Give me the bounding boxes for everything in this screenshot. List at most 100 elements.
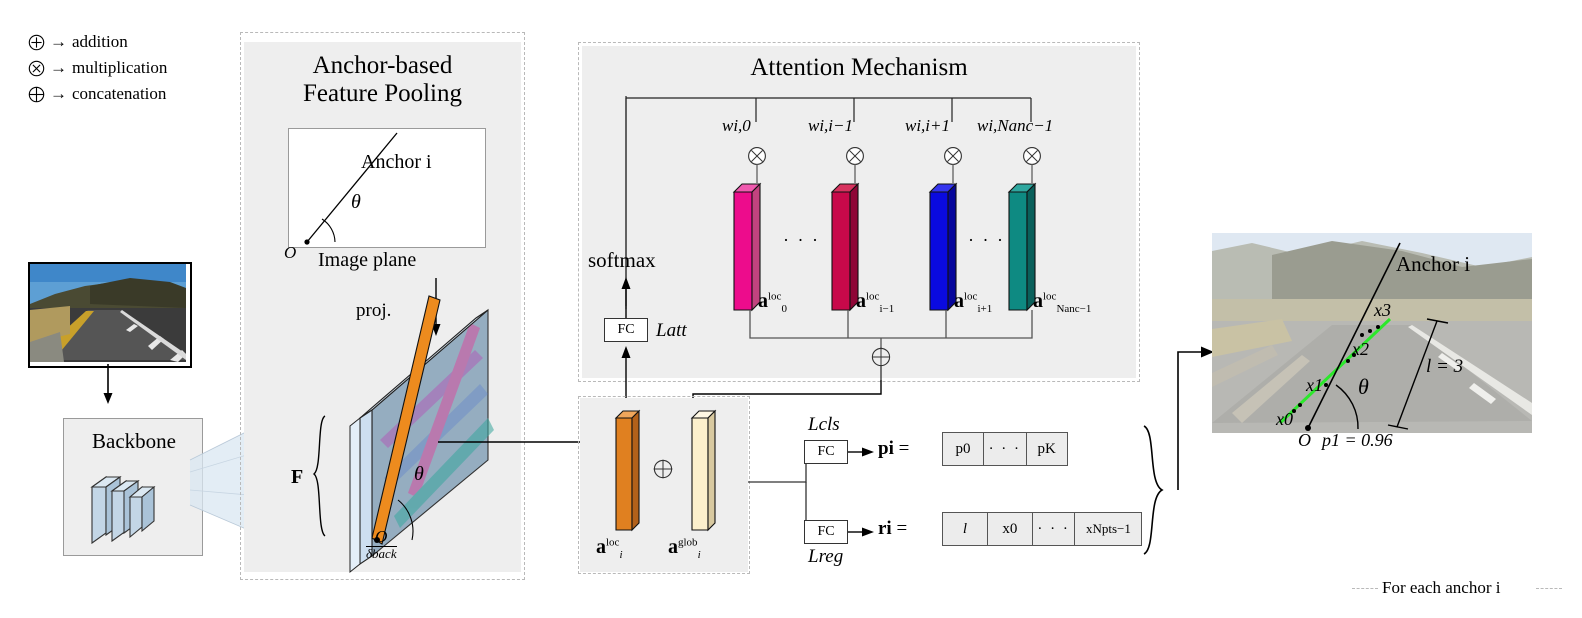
legend-item-concatenation: → concatenation	[28, 84, 167, 104]
softmax-arrow	[621, 277, 631, 319]
anchor-theta-label: θ	[351, 191, 361, 213]
anchor-schematic-label: Anchor i	[361, 151, 432, 174]
result-origin: O	[1298, 430, 1311, 450]
feature-map-label: F	[291, 466, 304, 488]
fusion-global-base: a	[668, 536, 678, 558]
fusion-local-base: a	[596, 536, 606, 558]
bar-label-2-base: a	[954, 290, 964, 312]
result-point-x2-text: x2	[1352, 339, 1369, 359]
fusion-global-sub: i	[697, 549, 701, 561]
circle-plus-icon	[28, 34, 45, 51]
loss-reg-label: Lreg	[808, 546, 843, 568]
cls-vector-name-text: pi	[878, 438, 894, 459]
bar-label-3-sup: loc	[1043, 290, 1057, 303]
feature-theta-label: θ	[414, 463, 424, 485]
weight-label-1: wi,i−1	[808, 116, 853, 136]
pooling-title-line2: Feature Pooling	[302, 79, 462, 107]
bar-label-1-base: a	[856, 290, 866, 312]
cls-vector-eq: =	[898, 438, 910, 459]
fusion-local-sub: i	[619, 549, 623, 561]
weight-label-0: wi,0	[722, 116, 751, 136]
fusion-local-sup: loc	[606, 536, 620, 549]
fc-att-box[interactable]: FC	[604, 318, 648, 342]
weight-label-1-text: wi,i−1	[808, 116, 854, 135]
result-theta: θ	[1358, 374, 1369, 399]
reg-cell-3: xNpts−1	[1074, 512, 1143, 546]
reg-vector-name: ri =	[878, 518, 907, 540]
fc-reg-label: FC	[817, 524, 835, 539]
bar-label-3: alocNanc−1	[1033, 290, 1091, 315]
bar-label-0-base: a	[758, 290, 768, 312]
image-plane-label: Image plane	[318, 249, 417, 271]
result-length-text: l = 3	[1426, 356, 1464, 377]
legend-arrow: →	[50, 58, 67, 77]
fusion-global-bar	[690, 409, 717, 532]
result-point-x1: x1	[1306, 375, 1323, 396]
fraction-denominator: δback	[366, 545, 397, 561]
fusion-concat-icon	[653, 459, 673, 479]
bar-label-2-sup: loc	[964, 290, 978, 303]
legend-item-multiplication: → multiplication	[28, 58, 167, 78]
attention-collector	[749, 310, 1033, 380]
result-point-x0: x0	[1276, 409, 1293, 430]
fusion-local-bar	[614, 409, 641, 532]
fc-reg-box[interactable]: FC	[804, 520, 848, 544]
reg-cell-1: x0	[986, 512, 1033, 546]
loss-reg-text: Lreg	[808, 546, 844, 567]
weight-label-0-text: wi,0	[722, 116, 751, 135]
anchor-schematic: Anchor i θ	[288, 128, 486, 248]
reg-cell-2: · · ·	[1031, 512, 1076, 546]
fc-att-label: FC	[617, 322, 635, 337]
weight-label-2-text: wi,i+1	[905, 116, 951, 135]
fusion-local-label: aloci	[596, 536, 623, 561]
fc-cls-box[interactable]: FC	[804, 440, 848, 464]
circle-times-icon	[28, 60, 45, 77]
footer-divider	[1352, 588, 1378, 589]
loss-cls-label: Lcls	[808, 414, 840, 436]
reg-vector-name-text: ri	[878, 518, 892, 539]
result-anchor-label-text: Anchor i	[1396, 252, 1471, 276]
result-prob-text: p1 = 0.96	[1322, 430, 1393, 450]
softmax-label: softmax	[588, 248, 656, 272]
pooling-title-line1: Anchor-based	[312, 52, 453, 79]
reg-vector-eq: =	[896, 518, 908, 539]
cls-vector-name: pi =	[878, 438, 909, 460]
bar-label-3-base: a	[1033, 290, 1043, 312]
reg-cell-0: l	[942, 512, 988, 546]
result-point-x3-text: x3	[1374, 300, 1391, 320]
anchor-origin-label: O	[284, 243, 297, 262]
bars-ellipsis-left: · · ·	[783, 230, 820, 250]
legend-label-addition: addition	[72, 32, 128, 51]
legend-item-addition: → addition	[28, 32, 167, 52]
cls-cell-0: p0	[942, 432, 984, 466]
fraction-numerator: O	[375, 527, 388, 546]
result-prob-label: p1 = 0.96	[1322, 430, 1393, 451]
result-point-x0-text: x0	[1276, 409, 1293, 429]
loss-cls-text: Lcls	[808, 414, 840, 435]
cls-cell-1: · · ·	[982, 432, 1027, 466]
result-road-image	[1212, 233, 1532, 433]
legend: → addition → multiplication → concatenat…	[28, 32, 167, 110]
result-anchor-label: Anchor i	[1396, 252, 1470, 277]
arrow-image-to-backbone	[103, 364, 113, 404]
footer-divider-right	[1536, 588, 1562, 589]
bar-label-3-sub: Nanc−1	[1056, 303, 1092, 315]
fusion-global-sup: glob	[678, 536, 698, 549]
weight-label-3-text: wi,Nanc−1	[977, 116, 1054, 135]
reg-vector-cells: l x0 · · · xNpts−1	[942, 512, 1143, 546]
bar-label-1-sup: loc	[866, 290, 880, 303]
weight-label-2: wi,i+1	[905, 116, 950, 136]
fc-att-input-arrow	[621, 346, 631, 404]
pooling-title: Anchor-based Feature Pooling	[250, 52, 515, 107]
fc-cls-label: FC	[817, 444, 835, 459]
loss-att-text: Latt	[656, 320, 687, 341]
weight-label-3: wi,Nanc−1	[977, 116, 1053, 136]
origin-delta-fraction: O δback	[366, 528, 397, 560]
legend-arrow: →	[50, 84, 67, 103]
result-length-label: l = 3	[1426, 356, 1463, 378]
anchor-label-text: Anchor i	[361, 151, 432, 173]
loss-att-label: Latt	[656, 320, 687, 342]
fc-reg-arrow	[848, 527, 874, 537]
result-point-x1-text: x1	[1306, 375, 1323, 395]
result-point-x2: x2	[1352, 339, 1369, 360]
